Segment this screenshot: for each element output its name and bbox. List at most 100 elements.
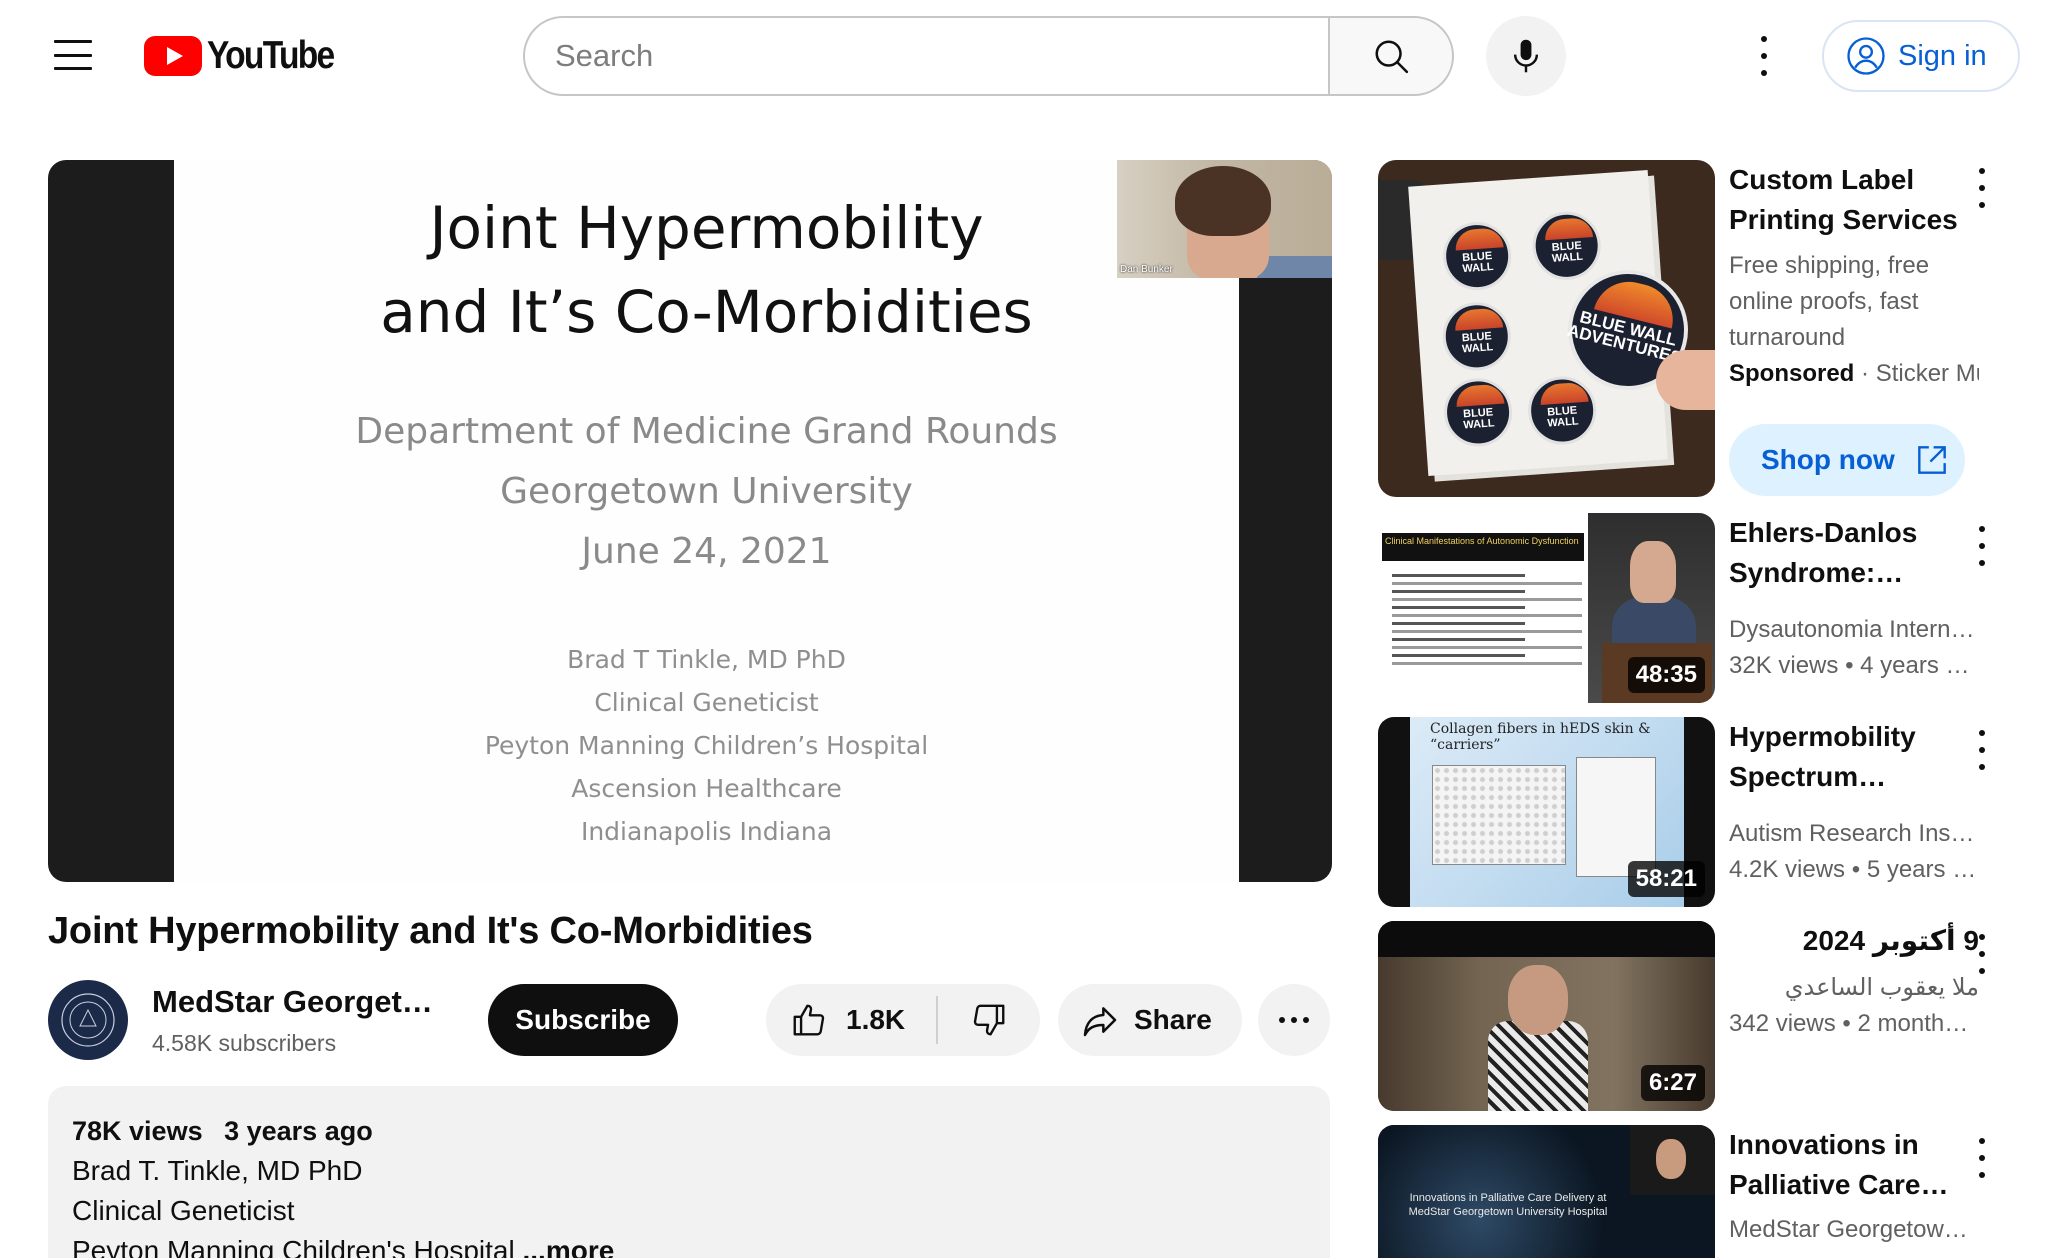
like-button[interactable]: 1.8K (766, 984, 936, 1056)
description-meta: 78K views 3 years ago (72, 1112, 1306, 1151)
search-input[interactable] (523, 16, 1330, 96)
video-title[interactable]: Innovations in Palliative Care Delivery (1729, 1125, 1979, 1205)
voice-search-button[interactable] (1486, 16, 1566, 96)
video-stats: 32K views • 4 years ago (1729, 648, 1979, 684)
video-title[interactable]: Hypermobility Spectrum Disorders (1729, 717, 1979, 797)
search-icon (1375, 40, 1409, 74)
video-thumbnail[interactable]: Innovations in Palliative Care Delivery … (1378, 1125, 1715, 1258)
video-duration: 48:35 (1627, 657, 1705, 693)
video-stats: 342 views • 2 months ago (1729, 1006, 1979, 1042)
subscriber-count: 4.58K subscribers (152, 1030, 337, 1056)
slide-subtitle-line: June 24, 2021 (581, 531, 832, 572)
thumbs-down-icon (973, 1004, 1005, 1036)
video-menu-icon[interactable] (1970, 526, 1994, 566)
dislike-button[interactable] (938, 984, 1040, 1056)
separator-dot: • (1842, 1010, 1858, 1037)
video-title: Joint Hypermobility and It's Co-Morbidit… (48, 910, 813, 952)
separator-dot: • (1845, 652, 1861, 679)
show-more-link[interactable]: ...more (522, 1235, 614, 1258)
video-views: 342 views (1729, 1010, 1836, 1037)
video-thumbnail[interactable]: Collagen fibers in hEDS skin & “carriers… (1378, 717, 1715, 907)
video-frame-slide: Joint Hypermobility and It’s Co-Morbidit… (174, 160, 1239, 882)
thumbnail-banner (1378, 921, 1715, 957)
subscribe-button[interactable]: Subscribe (488, 984, 678, 1056)
description-line-text: Peyton Manning Children's Hospital (72, 1235, 515, 1258)
slide-author-line: Ascension Healthcare (571, 774, 842, 803)
thumbnail-slide: Innovations in Palliative Care Delivery … (1378, 1125, 1630, 1258)
channel-avatar[interactable] (48, 980, 128, 1060)
share-icon (1083, 1007, 1117, 1037)
separator-dot: · (1861, 360, 1876, 387)
video-duration: 58:21 (1627, 861, 1705, 897)
youtube-logo[interactable]: YouTube (144, 34, 354, 78)
thumbs-up-icon (793, 1004, 825, 1036)
settings-more-icon[interactable] (1752, 30, 1776, 82)
slide-subtitle-line: Georgetown University (500, 471, 913, 512)
video-stats: 4.2K views • 5 years ago (1729, 852, 1979, 888)
like-dislike-group: 1.8K (766, 984, 1040, 1056)
video-player[interactable]: Joint Hypermobility and It’s Co-Morbidit… (48, 160, 1332, 882)
sign-in-button[interactable]: Sign in (1822, 20, 2020, 92)
more-actions-button[interactable] (1258, 984, 1330, 1056)
youtube-play-icon (144, 36, 202, 76)
sponsored-label: Sponsored (1729, 360, 1855, 387)
video-duration: 6:27 (1640, 1065, 1705, 1101)
menu-icon[interactable] (54, 40, 92, 70)
view-count: 78K views (72, 1116, 203, 1146)
thumbnail-caption: Collagen fibers in hEDS skin & “carriers… (1430, 721, 1651, 753)
logo-text: YouTube (207, 34, 335, 77)
video-title[interactable]: 9 أكتوبر 2024 (1729, 921, 1979, 961)
separator-dot: • (1851, 856, 1867, 883)
slide-title: Joint Hypermobility and It’s Co-Morbidit… (174, 186, 1239, 354)
sticker: BLUE WALL (1440, 300, 1514, 373)
university-seal-icon (61, 993, 115, 1047)
share-button[interactable]: Share (1058, 984, 1242, 1056)
video-thumbnail[interactable]: Clinical Manifestations of Autonomic Dys… (1378, 513, 1715, 703)
video-channel[interactable]: Autism Research Institute (1729, 816, 1979, 852)
account-icon (1847, 37, 1885, 75)
slide-author-block: Brad T Tinkle, MD PhD Clinical Geneticis… (174, 638, 1239, 853)
advertiser-name: Sticker Mule (1875, 360, 1979, 387)
slide-subtitle-line: Department of Medicine Grand Rounds (355, 411, 1058, 452)
sticker: BLUE WALL (1441, 376, 1515, 449)
video-age: 2 months ago (1857, 1010, 1979, 1037)
ad-sponsor-line: Sponsored · Sticker Mule (1729, 356, 1979, 392)
slide-author-line: Clinical Geneticist (594, 688, 819, 717)
thumbnail-webcam (1630, 1125, 1715, 1195)
video-menu-icon[interactable] (1970, 730, 1994, 770)
video-thumbnail[interactable]: 6:27 (1378, 921, 1715, 1111)
external-link-icon (1917, 446, 1946, 474)
video-title[interactable]: Ehlers-Danlos Syndrome: Diagnosis and Ma… (1729, 513, 1979, 593)
description-line: Clinical Geneticist (72, 1195, 295, 1226)
shop-now-button[interactable]: Shop now (1729, 424, 1965, 496)
channel-name[interactable]: MedStar Georgetown University Hospital (152, 984, 442, 1020)
video-menu-icon[interactable] (1970, 1138, 1994, 1178)
slide-title-line: Joint Hypermobility (429, 194, 984, 262)
video-views: 32K views (1729, 652, 1839, 679)
video-age: 4 years ago (1860, 652, 1979, 679)
slide-author-line: Peyton Manning Children’s Hospital (484, 731, 929, 760)
ad-title[interactable]: Custom Label Printing Services (1729, 160, 1979, 240)
video-channel[interactable]: MedStar Georgetown University Hospital (1729, 1212, 1979, 1248)
ad-menu-icon[interactable] (1970, 168, 1994, 208)
video-channel[interactable]: ملا يعقوب الساعدي (1729, 970, 1979, 1006)
like-count: 1.8K (846, 1004, 906, 1035)
video-menu-icon[interactable] (1970, 934, 1994, 974)
webcam-participant-name: Dan Bunker (1120, 264, 1173, 275)
search-button[interactable] (1328, 16, 1454, 96)
thumbnail-caption: Clinical Manifestations of Autonomic Dys… (1382, 533, 1584, 561)
video-age: 5 years ago (1866, 856, 1979, 883)
description-line: Peyton Manning Children's Hospital ...mo… (72, 1231, 1306, 1258)
video-views: 4.2K views (1729, 856, 1846, 883)
share-label: Share (1134, 1004, 1212, 1035)
slide-author-line: Brad T Tinkle, MD PhD (567, 645, 846, 674)
description-box[interactable]: 78K views 3 years ago Brad T. Tinkle, MD… (48, 1086, 1330, 1258)
shop-now-label: Shop now (1761, 444, 1895, 475)
ad-description: Free shipping, free online proofs, fast … (1729, 252, 1930, 351)
webcam-overlay: Dan Bunker (1117, 160, 1332, 278)
slide-title-line: and It’s Co-Morbidities (380, 278, 1033, 346)
slide-subtitle: Department of Medicine Grand Rounds Geor… (174, 402, 1239, 582)
video-channel[interactable]: Dysautonomia International (1729, 612, 1979, 648)
sign-in-label: Sign in (1898, 39, 1987, 72)
ad-thumbnail[interactable]: BLUE WALL BLUE WALL BLUE WALL BLUE WALL … (1378, 160, 1715, 497)
